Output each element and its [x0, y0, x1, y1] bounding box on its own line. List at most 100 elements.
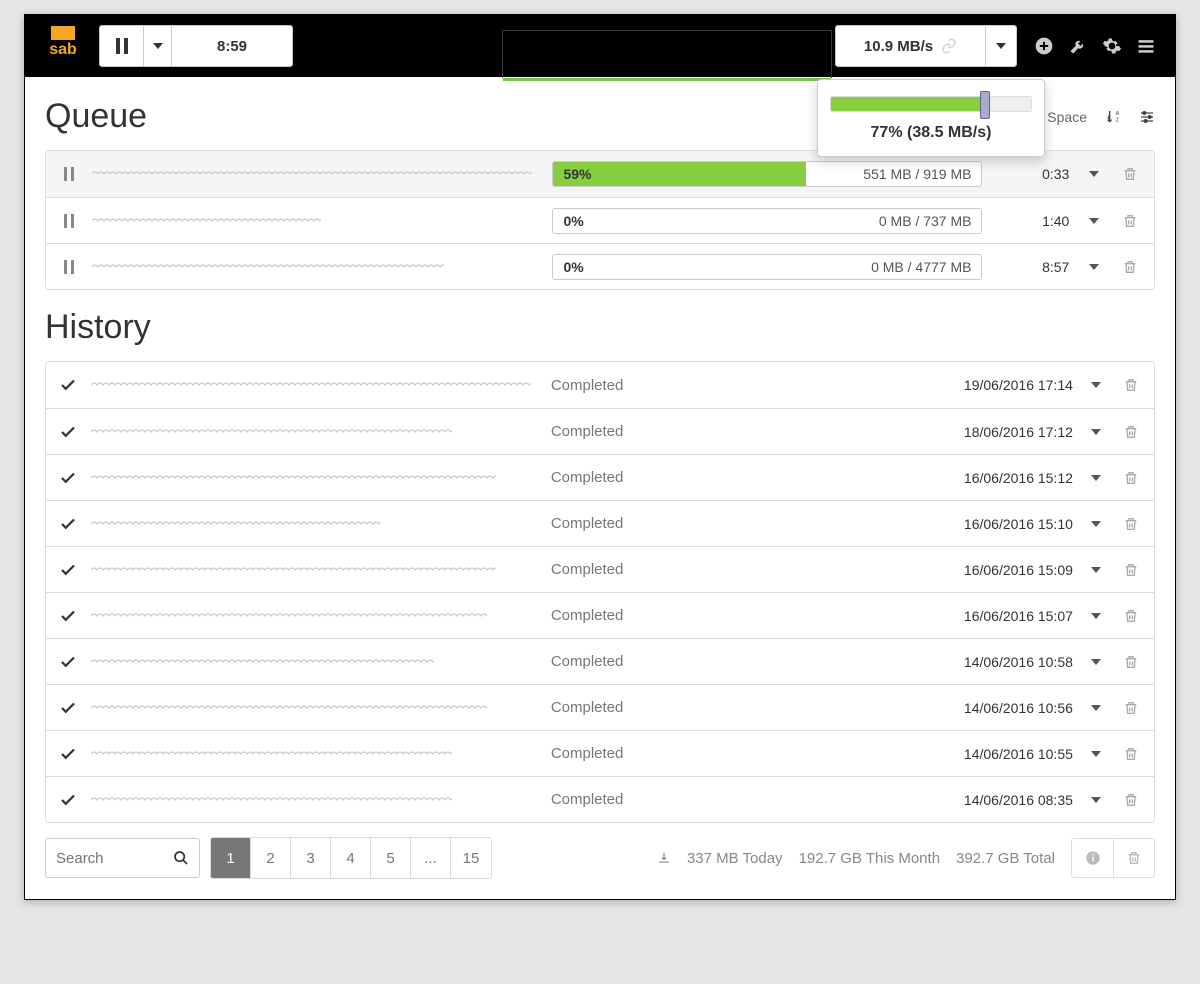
- item-delete-button[interactable]: [1119, 562, 1142, 578]
- item-name[interactable]: [92, 262, 540, 272]
- page-4[interactable]: 4: [331, 838, 371, 878]
- settings-button[interactable]: [1095, 26, 1129, 66]
- add-button[interactable]: [1027, 26, 1061, 66]
- history-info-button[interactable]: [1071, 838, 1113, 878]
- wrench-icon: [1068, 36, 1088, 56]
- item-delete-button[interactable]: [1119, 516, 1142, 532]
- svg-text:Z: Z: [1116, 117, 1120, 123]
- item-name[interactable]: [92, 169, 540, 179]
- item-delete-button[interactable]: [1119, 700, 1142, 716]
- queue-options-button[interactable]: [1139, 109, 1155, 125]
- history-row: Completed16/06/2016 15:12: [46, 454, 1154, 500]
- item-status: Completed: [551, 745, 931, 762]
- item-delete-button[interactable]: [1119, 470, 1142, 486]
- history-clear-button[interactable]: [1113, 838, 1155, 878]
- pause-dropdown-button[interactable]: [144, 26, 172, 66]
- item-date: 14/06/2016 10:58: [943, 654, 1073, 670]
- speed-display[interactable]: 10.9 MB/s: [836, 26, 986, 66]
- page-1[interactable]: 1: [211, 838, 251, 878]
- item-pause-button[interactable]: [58, 214, 80, 228]
- item-delete-button[interactable]: [1118, 259, 1142, 275]
- item-status: Completed: [551, 561, 931, 578]
- item-date: 14/06/2016 08:35: [943, 792, 1073, 808]
- item-expand-button[interactable]: [1085, 659, 1108, 665]
- item-date: 14/06/2016 10:56: [943, 700, 1073, 716]
- item-name[interactable]: [91, 611, 539, 621]
- sort-button[interactable]: AZ: [1105, 109, 1121, 125]
- item-expand-button[interactable]: [1081, 264, 1105, 270]
- item-name[interactable]: [91, 795, 539, 805]
- item-expand-button[interactable]: [1085, 429, 1108, 435]
- item-percent: 0%: [553, 213, 583, 229]
- page-...[interactable]: ...: [411, 838, 451, 878]
- speed-slider-label: 77% (38.5 MB/s): [830, 124, 1032, 142]
- search-box[interactable]: [45, 838, 200, 878]
- item-name[interactable]: [91, 427, 539, 437]
- item-name[interactable]: [91, 657, 539, 667]
- item-date: 16/06/2016 15:07: [943, 608, 1073, 624]
- logo[interactable]: sab: [37, 20, 89, 72]
- item-delete-button[interactable]: [1119, 377, 1142, 393]
- item-status: Completed: [551, 653, 931, 670]
- item-expand-button[interactable]: [1085, 751, 1108, 757]
- item-expand-button[interactable]: [1085, 797, 1108, 803]
- queue-row: 0%0 MB / 4777 MB8:57: [46, 243, 1154, 289]
- link-icon: [941, 38, 957, 54]
- item-delete-button[interactable]: [1118, 213, 1142, 229]
- page-5[interactable]: 5: [371, 838, 411, 878]
- item-status-icon: [58, 423, 79, 441]
- item-name[interactable]: [92, 216, 540, 226]
- page-15[interactable]: 15: [451, 838, 491, 878]
- item-expand-button[interactable]: [1085, 613, 1108, 619]
- stats-today: 337 MB Today: [687, 850, 783, 867]
- item-name[interactable]: [91, 703, 539, 713]
- item-delete-button[interactable]: [1119, 608, 1142, 624]
- history-row: Completed14/06/2016 08:35: [46, 776, 1154, 822]
- sort-icon: AZ: [1105, 109, 1121, 125]
- item-name[interactable]: [91, 473, 539, 483]
- item-pause-button[interactable]: [58, 167, 80, 181]
- item-delete-button[interactable]: [1119, 424, 1142, 440]
- tools-button[interactable]: [1061, 26, 1095, 66]
- item-expand-button[interactable]: [1085, 521, 1108, 527]
- item-expand-button[interactable]: [1085, 382, 1108, 388]
- item-name[interactable]: [91, 519, 539, 529]
- item-expand-button[interactable]: [1085, 475, 1108, 481]
- search-input[interactable]: [56, 850, 173, 867]
- speed-slider[interactable]: [830, 96, 1032, 112]
- item-delete-button[interactable]: [1119, 792, 1142, 808]
- item-delete-button[interactable]: [1119, 746, 1142, 762]
- item-expand-button[interactable]: [1081, 171, 1105, 177]
- page-2[interactable]: 2: [251, 838, 291, 878]
- menu-button[interactable]: [1129, 26, 1163, 66]
- item-name[interactable]: [91, 749, 539, 759]
- item-pause-button[interactable]: [58, 260, 80, 274]
- search-icon[interactable]: [173, 850, 189, 866]
- item-date: 16/06/2016 15:12: [943, 470, 1073, 486]
- item-status: Completed: [551, 423, 931, 440]
- item-delete-button[interactable]: [1118, 166, 1142, 182]
- page-3[interactable]: 3: [291, 838, 331, 878]
- item-status-icon: [58, 653, 79, 671]
- item-date: 19/06/2016 17:14: [943, 377, 1073, 393]
- history-row: Completed 16/06/2016 15:07: [46, 592, 1154, 638]
- item-expand-button[interactable]: [1085, 705, 1108, 711]
- item-name[interactable]: [91, 380, 539, 390]
- top-bar: sab 8:59 10.9 MB/s: [25, 15, 1175, 77]
- item-status: Completed: [551, 377, 931, 394]
- speed-dropdown-button[interactable]: [986, 26, 1016, 66]
- item-expand-button[interactable]: [1085, 567, 1108, 573]
- trash-icon: [1126, 850, 1142, 866]
- item-progress: 59%551 MB / 919 MB: [552, 161, 982, 187]
- pause-button[interactable]: [100, 26, 144, 66]
- history-row: Completed 19/06/2016 17:14: [46, 362, 1154, 408]
- speed-slider-thumb[interactable]: [980, 91, 990, 119]
- item-expand-button[interactable]: [1081, 218, 1105, 224]
- item-size: 551 MB / 919 MB: [863, 166, 981, 182]
- item-status: Completed: [551, 607, 931, 624]
- item-name[interactable]: [91, 565, 539, 575]
- item-status-icon: [58, 699, 79, 717]
- item-delete-button[interactable]: [1119, 654, 1142, 670]
- item-status-icon: [58, 561, 79, 579]
- history-table: Completed19/06/2016 17:14Completed18/06/…: [45, 361, 1155, 823]
